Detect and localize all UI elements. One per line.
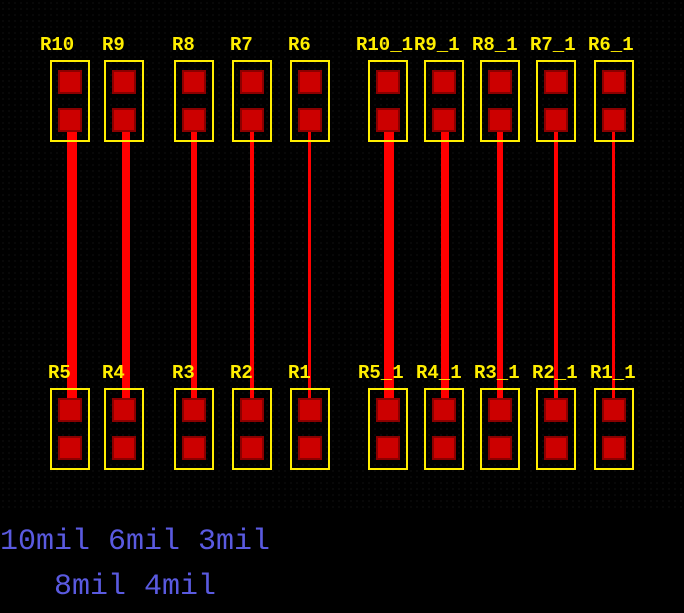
pad[interactable] [544,108,568,132]
pad[interactable] [240,70,264,94]
component-R3_1[interactable] [480,388,520,470]
component-R9_1[interactable] [424,60,464,142]
pad[interactable] [182,398,206,422]
pad[interactable] [298,398,322,422]
component-R3[interactable] [174,388,214,470]
pad[interactable] [112,398,136,422]
refdes-R2: R2 [230,362,253,384]
component-R1_1[interactable] [594,388,634,470]
refdes-R5_1: R5_1 [358,362,404,384]
refdes-R1: R1 [288,362,311,384]
refdes-R3_1: R3_1 [474,362,520,384]
pad[interactable] [112,108,136,132]
component-R2_1[interactable] [536,388,576,470]
pcb-canvas[interactable]: R10 R9 R8 R7 R6 R10_1R9_1 R8_1 R7_1 R6_1 R5 R4 R3 R2… [0,0,684,510]
refdes-R4_1: R4_1 [416,362,462,384]
refdes-R9: R9 [102,34,125,56]
pad[interactable] [240,436,264,460]
component-R4_1[interactable] [424,388,464,470]
component-R10[interactable] [50,60,90,142]
refdes-R10_1: R10_1 [356,34,413,56]
refdes-R7_1: R7_1 [530,34,576,56]
refdes-R9_1: R9_1 [414,34,460,56]
pad[interactable] [376,108,400,132]
pad[interactable] [182,436,206,460]
component-R5[interactable] [50,388,90,470]
pad[interactable] [544,398,568,422]
refdes-R2_1: R2_1 [532,362,578,384]
pad[interactable] [240,398,264,422]
pad[interactable] [376,398,400,422]
pad[interactable] [432,436,456,460]
component-R8[interactable] [174,60,214,142]
pad[interactable] [58,108,82,132]
component-R7_1[interactable] [536,60,576,142]
pad[interactable] [488,108,512,132]
refdes-R8_1: R8_1 [472,34,518,56]
component-R8_1[interactable] [480,60,520,142]
refdes-R6_1: R6_1 [588,34,634,56]
pad[interactable] [602,108,626,132]
component-R10_1[interactable] [368,60,408,142]
pad[interactable] [240,108,264,132]
refdes-R7: R7 [230,34,253,56]
pad[interactable] [432,108,456,132]
component-R7[interactable] [232,60,272,142]
pad[interactable] [602,398,626,422]
component-R4[interactable] [104,388,144,470]
refdes-R1_1: R1_1 [590,362,636,384]
component-R6_1[interactable] [594,60,634,142]
pad[interactable] [602,70,626,94]
refdes-R10: R10 [40,34,74,56]
pad[interactable] [112,70,136,94]
pad[interactable] [58,70,82,94]
component-R6[interactable] [290,60,330,142]
pad[interactable] [432,70,456,94]
refdes-R6: R6 [288,34,311,56]
pad[interactable] [298,436,322,460]
component-R5_1[interactable] [368,388,408,470]
pad[interactable] [58,398,82,422]
pad[interactable] [182,70,206,94]
pad[interactable] [58,436,82,460]
pad[interactable] [544,436,568,460]
component-R9[interactable] [104,60,144,142]
pad[interactable] [112,436,136,460]
refdes-R4: R4 [102,362,125,384]
pad[interactable] [602,436,626,460]
pad[interactable] [376,436,400,460]
component-R2[interactable] [232,388,272,470]
pad[interactable] [376,70,400,94]
pad[interactable] [432,398,456,422]
refdes-R8: R8 [172,34,195,56]
pad[interactable] [488,436,512,460]
refdes-R5: R5 [48,362,71,384]
pad[interactable] [488,398,512,422]
footer-line-2: 8mil 4mil [0,570,216,604]
component-R1[interactable] [290,388,330,470]
pad[interactable] [488,70,512,94]
pad[interactable] [298,70,322,94]
footer-line-1: 10mil 6mil 3mil [0,525,270,559]
pad[interactable] [298,108,322,132]
refdes-R3: R3 [172,362,195,384]
pad[interactable] [544,70,568,94]
pad[interactable] [182,108,206,132]
